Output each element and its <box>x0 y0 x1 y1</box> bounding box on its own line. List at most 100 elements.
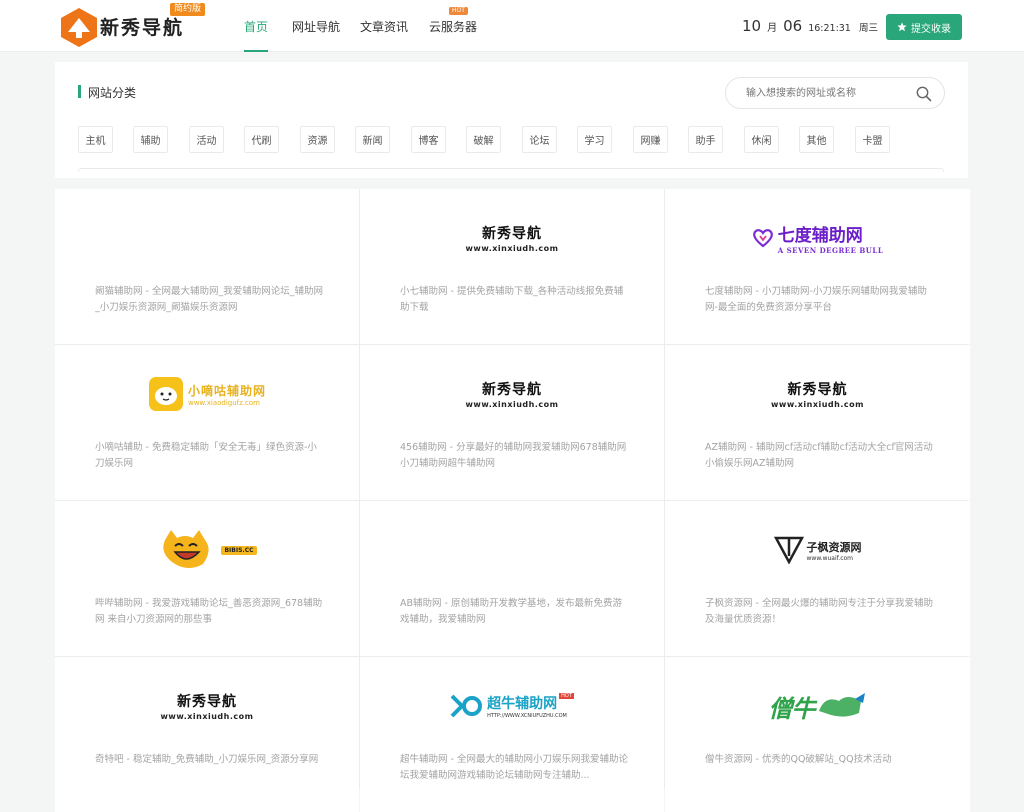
nav-cloud-server-label: 云服务器 <box>429 20 478 34</box>
cat-face-icon <box>163 530 210 568</box>
heart-icon <box>752 229 773 248</box>
site-desc: 小嘀咕辅助 - 免费稳定辅助「安全无毒」绿色资源-小刀娱乐网 <box>95 442 317 469</box>
date-time: 10 月 06 16:21:31 周三 <box>742 16 878 35</box>
site-logo[interactable]: 新秀导航 简约版 <box>58 3 206 48</box>
site-logo-url: www.xinxiudh.com <box>771 400 864 409</box>
site-logo-title: 僧牛 <box>768 693 816 723</box>
logo-text: 新秀导航 <box>100 17 185 39</box>
site-desc: 奇特吧 - 稳定辅助_免费辅助_小刀娱乐网_资源分享网 <box>95 754 319 765</box>
xoj-mark-icon <box>450 694 483 718</box>
tag-other[interactable]: 其他 <box>799 126 834 153</box>
site-logo-url: www.xinxiudh.com <box>465 400 559 409</box>
tag-study[interactable]: 学习 <box>577 126 612 153</box>
tag-assist[interactable]: 辅助 <box>133 126 168 153</box>
site-logo-xinxiu: 新秀导航 www.xinxiudh.com <box>360 365 664 423</box>
site-desc: 子枫资源网 - 全网最火爆的辅助网专注于分享我爱辅助及海量优质资源！ <box>705 598 933 625</box>
nav-articles[interactable]: 文章资讯 <box>360 18 408 35</box>
site-card[interactable]: 新秀导航 www.xinxiudh.com 奇特吧 - 稳定辅助_免费辅助_小刀… <box>55 657 359 812</box>
site-logo-title: 小嘀咕辅助网 <box>187 383 266 398</box>
bull-shape-icon <box>818 693 865 717</box>
site-logo-xiaodi: 小嘀咕辅助网 www.xiaodigufz.com <box>55 365 359 423</box>
site-logo-bibis: BIBIS.CC <box>55 521 359 579</box>
site-logo-chaoniu: 超牛辅助网 HOT HTTP://WWW.XCNIUFUZHU.COM <box>360 677 664 735</box>
nav-home[interactable]: 首页 <box>244 18 269 52</box>
site-card[interactable]: BIBIS.CC 哔哔辅助网 - 我爱游戏辅助论坛_善恶资源网_678辅助网 来… <box>55 501 359 656</box>
hot-badge: HOT <box>559 693 574 699</box>
site-card[interactable]: 新秀导航 www.xinxiudh.com 小七辅助网 - 提供免费辅助下载_各… <box>360 189 664 344</box>
category-panel: 网站分类 主机 辅助 活动 代刷 资源 新闻 博客 破解 论坛 学习 网赚 助手… <box>55 62 968 178</box>
site-logo-url: www.wuaif.com <box>806 554 854 562</box>
date-month-unit: 月 <box>767 23 778 34</box>
search-icon[interactable] <box>915 85 933 103</box>
site-logo-xinxiu: 新秀导航 www.xinxiudh.com <box>55 677 359 735</box>
tag-host[interactable]: 主机 <box>78 126 113 153</box>
tag-boost[interactable]: 代刷 <box>244 126 279 153</box>
tag-event[interactable]: 活动 <box>189 126 224 153</box>
site-card[interactable]: AB辅助网 - 原创辅助开发教学基地，发布最新免费游戏辅助，我爱辅助网 <box>360 501 664 656</box>
site-logo-empty <box>55 209 359 267</box>
site-card[interactable]: 新秀导航 www.xinxiudh.com AZ辅助网 - 辅助网cf活动cf辅… <box>665 345 970 500</box>
site-logo-title: 七度辅助网 <box>777 226 863 246</box>
site-logo-qidu: 七度辅助网 A SEVEN DEGREE BULL <box>665 209 970 267</box>
site-desc: 456辅助网 - 分享最好的辅助网我爱辅助网678辅助网小刀辅助网超牛辅助网 <box>400 442 627 469</box>
tag-leisure[interactable]: 休闲 <box>744 126 779 153</box>
site-card[interactable]: 僧牛 僧牛资源网 - 优秀的QQ破解站_QQ技术活动 <box>665 657 970 812</box>
site-logo-zifeng: 子枫资源网 www.wuaif.com <box>665 521 970 579</box>
site-card[interactable]: 超牛辅助网 HOT HTTP://WWW.XCNIUFUZHU.COM 超牛辅助网… <box>360 657 664 812</box>
top-bar: 新秀导航 简约版 首页 网址导航 文章资讯 云服务器 HOT 10 月 06 16:2… <box>0 0 1024 52</box>
site-card[interactable]: 子枫资源网 www.wuaif.com 子枫资源网 - 全网最火爆的辅助网专注于… <box>665 501 970 656</box>
site-desc: 超牛辅助网 - 全网最大的辅助网小刀娱乐网我爱辅助论坛我爱辅助网游戏辅助论坛辅助… <box>400 754 628 781</box>
nav-url-directory[interactable]: 网址导航 <box>292 18 340 35</box>
site-logo-sub: A SEVEN DEGREE BULL <box>777 246 884 255</box>
weekday: 周三 <box>858 23 878 34</box>
site-desc: AB辅助网 - 原创辅助开发教学基地，发布最新免费游戏辅助，我爱辅助网 <box>400 598 622 625</box>
site-logo-title: 子枫资源网 <box>806 540 862 554</box>
site-logo-xinxiu: 新秀导航 www.xinxiudh.com <box>360 209 664 267</box>
site-logo-title: 新秀导航 <box>482 382 542 398</box>
site-desc: 阚猫辅助网 - 全网最大辅助网_我爱辅助网论坛_辅助网_小刀娱乐资源网_阚猫娱乐… <box>95 286 323 313</box>
site-card[interactable]: 小嘀咕辅助网 www.xiaodigufz.com 小嘀咕辅助 - 免费稳定辅助… <box>55 345 359 500</box>
site-logo-xinxiu: 新秀导航 www.xinxiudh.com <box>665 365 970 423</box>
search-box <box>725 77 945 109</box>
tag-helper[interactable]: 助手 <box>688 126 723 153</box>
tag-blog[interactable]: 博客 <box>411 126 446 153</box>
submit-site-button[interactable]: 提交收录 <box>886 14 962 40</box>
logo-mark-icon <box>61 8 97 47</box>
tag-earn[interactable]: 网赚 <box>633 126 668 153</box>
site-logo-url: HTTP://WWW.XCNIUFUZHU.COM <box>487 713 567 719</box>
tag-forum[interactable]: 论坛 <box>522 126 557 153</box>
site-card[interactable]: 新秀导航 www.xinxiudh.com 456辅助网 - 分享最好的辅助网我… <box>360 345 664 500</box>
tag-card-league[interactable]: 卡盟 <box>855 126 890 153</box>
site-grid: 阚猫辅助网 - 全网最大辅助网_我爱辅助网论坛_辅助网_小刀娱乐资源网_阚猫娱乐… <box>55 189 970 812</box>
date-month: 10 <box>742 17 762 35</box>
site-desc: 七度辅助网 - 小刀辅助网-小刀娱乐网辅助网我爱辅助网-最全面的免费资源分享平台 <box>705 286 927 313</box>
mascot-face-icon <box>148 377 183 411</box>
nav-cloud-server[interactable]: 云服务器 HOT <box>429 7 478 35</box>
site-logo-empty <box>360 521 664 579</box>
site-desc: AZ辅助网 - 辅助网cf活动cf辅助cf活动大全cf官网活动小偷娱乐网AZ辅助… <box>705 442 933 469</box>
logo-badge: 简约版 <box>170 3 206 16</box>
site-logo-title: 新秀导航 <box>787 382 848 398</box>
clock-time: 16:21:31 <box>808 23 851 34</box>
tag-crack[interactable]: 破解 <box>466 126 501 153</box>
site-logo-title: 超牛辅助网 <box>487 696 558 712</box>
site-desc: 哔哔辅助网 - 我爱游戏辅助论坛_善恶资源网_678辅助网 来自小刀资源网的那些… <box>95 598 323 625</box>
submit-site-label: 提交收录 <box>911 23 951 35</box>
site-logo-title: 新秀导航 <box>482 226 542 242</box>
site-logo-url: www.xinxiudh.com <box>160 712 254 721</box>
site-logo-url: BIBIS.CC <box>221 545 257 555</box>
site-logo-url: www.xiaodigufz.com <box>187 398 260 407</box>
site-logo-sengniu: 僧牛 <box>665 677 970 735</box>
site-logo-url: www.xinxiudh.com <box>465 244 559 253</box>
site-card[interactable]: 七度辅助网 A SEVEN DEGREE BULL 七度辅助网 - 小刀辅助网-… <box>665 189 970 344</box>
site-card[interactable]: 阚猫辅助网 - 全网最大辅助网_我爱辅助网论坛_辅助网_小刀娱乐资源网_阚猫娱乐… <box>55 189 359 344</box>
zifeng-mark-icon <box>773 536 804 564</box>
star-icon <box>897 22 907 32</box>
tag-resource[interactable]: 资源 <box>300 126 335 153</box>
date-day: 06 <box>783 17 803 35</box>
site-desc: 僧牛资源网 - 优秀的QQ破解站_QQ技术活动 <box>705 754 892 765</box>
search-input[interactable] <box>746 85 906 101</box>
category-title: 网站分类 <box>78 84 136 101</box>
hot-badge: HOT <box>449 7 468 15</box>
tag-news[interactable]: 新闻 <box>355 126 390 153</box>
